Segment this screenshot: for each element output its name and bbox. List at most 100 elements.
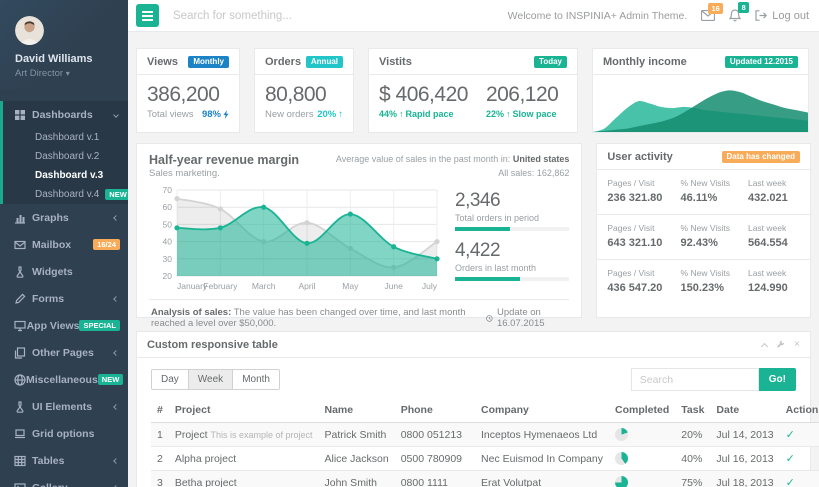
table-row[interactable]: 2 Alpha project Alice Jackson 0500 78090… bbox=[151, 447, 819, 471]
sidebar-item-graphs[interactable]: Graphs bbox=[0, 204, 128, 231]
tab-week[interactable]: Week bbox=[189, 369, 233, 390]
col-header-completed[interactable]: Completed bbox=[609, 400, 675, 423]
sidebar-subitem-dashboard-v-3[interactable]: Dashboard v.3 bbox=[3, 166, 128, 185]
avatar[interactable] bbox=[15, 16, 44, 45]
notifications-count-badge: 8 bbox=[738, 2, 749, 13]
views-stat-panel: Views Monthly 386,200 Total views 98% bbox=[136, 48, 240, 133]
level-up-icon: ↑ bbox=[338, 109, 343, 120]
update-note: Update on 16.07.2015 bbox=[486, 307, 567, 329]
table-panel-title: Custom responsive table bbox=[147, 339, 278, 351]
sidebar-nav: DashboardsDashboard v.1Dashboard v.2Dash… bbox=[0, 101, 128, 487]
bolt-icon bbox=[223, 110, 229, 119]
svg-text:30: 30 bbox=[163, 254, 173, 264]
visits-period-badge: Today bbox=[534, 56, 567, 68]
user-activity-rows: Pages / Visit236 321.80% New Visits46.11… bbox=[597, 170, 810, 304]
svg-text:40: 40 bbox=[163, 237, 173, 247]
revenue-kpis: 2,346 Total orders in period 4,422 Order… bbox=[441, 184, 569, 296]
messages-button[interactable]: 16 bbox=[701, 10, 715, 21]
kpi-total-orders-bar bbox=[455, 227, 569, 231]
sidebar-item-dashboards[interactable]: Dashboards bbox=[3, 101, 128, 128]
sidebar-subitem-dashboard-v-4[interactable]: Dashboard v.4NEW bbox=[3, 185, 128, 204]
user-activity-title: User activity bbox=[607, 151, 672, 163]
search-input[interactable] bbox=[173, 10, 508, 22]
orders-period-badge: Annual bbox=[306, 56, 343, 68]
profile-role-dropdown[interactable]: Art Director ▾ bbox=[15, 68, 128, 79]
messages-count-badge: 16 bbox=[708, 3, 723, 14]
clock-icon bbox=[486, 314, 493, 323]
pencil-icon bbox=[14, 293, 26, 305]
col-header-project[interactable]: Project bbox=[169, 400, 319, 423]
orders-stat-panel: Orders Annual 80,800 New orders 20%↑ bbox=[254, 48, 354, 133]
sidebar-item-widgets[interactable]: Widgets bbox=[0, 258, 128, 285]
notifications-button[interactable]: 8 bbox=[729, 9, 741, 22]
sidebar-item-gallery[interactable]: Gallery bbox=[0, 474, 128, 487]
revenue-summary: Average value of sales in the past month… bbox=[336, 153, 569, 180]
income-updated-badge: Updated 12.2015 bbox=[725, 56, 798, 68]
views-label: Total views bbox=[147, 109, 193, 120]
revenue-line-chart: 203040506070JanuaryFebruaryMarchAprilMay… bbox=[149, 184, 441, 296]
table-row[interactable]: 1 Project This is example of project Pat… bbox=[151, 423, 819, 447]
app-root: David Williams Art Director ▾ Dashboards… bbox=[0, 0, 819, 487]
settings-button[interactable] bbox=[776, 340, 785, 349]
svg-text:May: May bbox=[342, 281, 359, 291]
orders-title: Orders bbox=[265, 56, 301, 68]
user-activity-row: Pages / Visit436 547.20% New Visits150.2… bbox=[597, 260, 810, 304]
chevron-left-icon bbox=[113, 404, 119, 410]
menu-toggle-button[interactable] bbox=[136, 4, 159, 27]
visits-metric-2: 206,120 22%↑Slow pace bbox=[486, 83, 558, 119]
sidebar-item-app-views[interactable]: App ViewsSPECIAL bbox=[0, 312, 128, 339]
files-icon bbox=[14, 347, 26, 359]
table-search-go-button[interactable]: Go! bbox=[759, 368, 796, 391]
monthly-income-panel: Monthly income Updated 12.2015 bbox=[592, 48, 809, 133]
tab-month[interactable]: Month bbox=[233, 369, 280, 390]
table-icon bbox=[14, 455, 26, 467]
tab-day[interactable]: Day bbox=[151, 369, 189, 390]
col-header-company[interactable]: Company bbox=[475, 400, 609, 423]
sidebar-item-tables[interactable]: Tables bbox=[0, 447, 128, 474]
views-value: 386,200 bbox=[147, 83, 229, 107]
avatar-image bbox=[15, 16, 44, 45]
close-button[interactable]: × bbox=[794, 339, 800, 350]
visits-stat-panel: Vistits Today $ 406,420 44%↑Rapid pace 2… bbox=[368, 48, 578, 133]
svg-text:60: 60 bbox=[163, 202, 173, 212]
collapse-button[interactable] bbox=[762, 341, 767, 349]
flask-icon bbox=[14, 401, 26, 413]
revenue-footer: Analysis of sales: The value has been ch… bbox=[149, 299, 569, 336]
col-header-num[interactable]: # bbox=[151, 400, 169, 423]
logout-button[interactable]: Log out bbox=[755, 10, 809, 22]
user-activity-row: Pages / Visit236 321.80% New Visits46.11… bbox=[597, 170, 810, 215]
table-search-input[interactable] bbox=[631, 368, 759, 391]
image-icon bbox=[14, 482, 26, 487]
col-header-phone[interactable]: Phone bbox=[395, 400, 475, 423]
sidebar-item-ui-elements[interactable]: UI Elements bbox=[0, 393, 128, 420]
sidebar-item-mailbox[interactable]: Mailbox16/24 bbox=[0, 231, 128, 258]
views-metric: 98% bbox=[202, 109, 229, 120]
sidebar-subitem-dashboard-v-2[interactable]: Dashboard v.2 bbox=[3, 147, 128, 166]
col-header-date[interactable]: Date bbox=[710, 400, 779, 423]
svg-text:April: April bbox=[298, 281, 315, 291]
col-header-name[interactable]: Name bbox=[319, 400, 395, 423]
sidebar-item-grid-options[interactable]: Grid options bbox=[0, 420, 128, 447]
level-up-icon: ↑ bbox=[399, 109, 404, 119]
revenue-subtitle: Sales marketing. bbox=[149, 168, 299, 179]
visits-metric-1: $ 406,420 44%↑Rapid pace bbox=[379, 83, 468, 119]
profile-name: David Williams bbox=[15, 53, 128, 65]
flask-icon bbox=[14, 266, 26, 278]
sidebar-item-other-pages[interactable]: Other Pages bbox=[0, 339, 128, 366]
svg-text:March: March bbox=[252, 281, 276, 291]
revenue-title: Half-year revenue margin bbox=[149, 153, 299, 167]
sidebar-item-miscellaneous[interactable]: MiscellaneousNEW bbox=[0, 366, 128, 393]
sidebar-subitem-dashboard-v-1[interactable]: Dashboard v.1 bbox=[3, 128, 128, 147]
col-header-action[interactable]: Action bbox=[780, 400, 819, 423]
completed-pie-icon bbox=[615, 428, 628, 441]
sidebar-item-forms[interactable]: Forms bbox=[0, 285, 128, 312]
welcome-text: Welcome to INSPINIA+ Admin Theme. bbox=[508, 10, 688, 22]
col-header-task[interactable]: Task bbox=[675, 400, 710, 423]
bar-chart-icon bbox=[14, 212, 26, 224]
sidebar-badge: SPECIAL bbox=[79, 320, 120, 332]
page-content: Views Monthly 386,200 Total views 98% Or… bbox=[128, 32, 819, 487]
table-row[interactable]: 3 Betha project John Smith 0800 1111 Era… bbox=[151, 471, 819, 487]
chevron-left-icon bbox=[113, 350, 119, 356]
panel-tools: × bbox=[762, 339, 800, 350]
table-panel: Custom responsive table × DayWeekMonth G… bbox=[136, 331, 811, 487]
